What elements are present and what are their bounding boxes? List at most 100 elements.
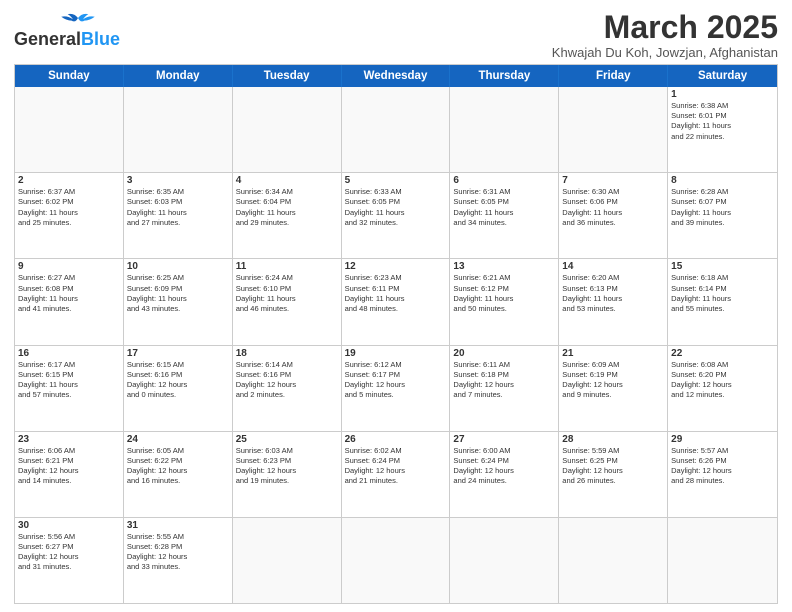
cell-info: Sunrise: 6:02 AM Sunset: 6:24 PM Dayligh… [345, 446, 447, 487]
cal-cell [233, 87, 342, 172]
day-number: 21 [562, 348, 664, 359]
cal-cell [342, 518, 451, 603]
cal-cell: 31Sunrise: 5:55 AM Sunset: 6:28 PM Dayli… [124, 518, 233, 603]
cal-cell: 1Sunrise: 6:38 AM Sunset: 6:01 PM Daylig… [668, 87, 777, 172]
month-title: March 2025 [552, 10, 778, 45]
cal-cell [124, 87, 233, 172]
logo-icon [60, 8, 96, 28]
cell-info: Sunrise: 6:15 AM Sunset: 6:16 PM Dayligh… [127, 360, 229, 401]
day-number: 23 [18, 434, 120, 445]
cell-info: Sunrise: 6:23 AM Sunset: 6:11 PM Dayligh… [345, 273, 447, 314]
cal-cell: 6Sunrise: 6:31 AM Sunset: 6:05 PM Daylig… [450, 173, 559, 258]
day-number: 28 [562, 434, 664, 445]
day-number: 9 [18, 261, 120, 272]
day-number: 22 [671, 348, 774, 359]
logo: General Blue [14, 10, 120, 50]
logo-blue-text: Blue [81, 30, 120, 50]
cal-cell: 29Sunrise: 5:57 AM Sunset: 6:26 PM Dayli… [668, 432, 777, 517]
cal-cell: 7Sunrise: 6:30 AM Sunset: 6:06 PM Daylig… [559, 173, 668, 258]
cal-cell: 24Sunrise: 6:05 AM Sunset: 6:22 PM Dayli… [124, 432, 233, 517]
header-day-thursday: Thursday [450, 65, 559, 87]
cell-info: Sunrise: 6:17 AM Sunset: 6:15 PM Dayligh… [18, 360, 120, 401]
cell-info: Sunrise: 6:21 AM Sunset: 6:12 PM Dayligh… [453, 273, 555, 314]
cell-info: Sunrise: 6:28 AM Sunset: 6:07 PM Dayligh… [671, 187, 774, 228]
cal-cell: 20Sunrise: 6:11 AM Sunset: 6:18 PM Dayli… [450, 346, 559, 431]
cell-info: Sunrise: 6:14 AM Sunset: 6:16 PM Dayligh… [236, 360, 338, 401]
cal-cell [559, 87, 668, 172]
cal-cell: 28Sunrise: 5:59 AM Sunset: 6:25 PM Dayli… [559, 432, 668, 517]
cal-cell: 23Sunrise: 6:06 AM Sunset: 6:21 PM Dayli… [15, 432, 124, 517]
day-number: 11 [236, 261, 338, 272]
header-day-monday: Monday [124, 65, 233, 87]
cell-info: Sunrise: 6:18 AM Sunset: 6:14 PM Dayligh… [671, 273, 774, 314]
cal-cell: 18Sunrise: 6:14 AM Sunset: 6:16 PM Dayli… [233, 346, 342, 431]
day-number: 7 [562, 175, 664, 186]
page: General Blue March 2025 Khwajah Du Koh, … [0, 0, 792, 612]
header: General Blue March 2025 Khwajah Du Koh, … [14, 10, 778, 60]
cal-cell [450, 87, 559, 172]
header-day-sunday: Sunday [15, 65, 124, 87]
week-row-5: 30Sunrise: 5:56 AM Sunset: 6:27 PM Dayli… [15, 518, 777, 603]
day-number: 14 [562, 261, 664, 272]
cell-info: Sunrise: 6:09 AM Sunset: 6:19 PM Dayligh… [562, 360, 664, 401]
cell-info: Sunrise: 5:55 AM Sunset: 6:28 PM Dayligh… [127, 532, 229, 573]
location: Khwajah Du Koh, Jowzjan, Afghanistan [552, 45, 778, 60]
calendar-header: SundayMondayTuesdayWednesdayThursdayFrid… [15, 65, 777, 87]
header-day-friday: Friday [559, 65, 668, 87]
cal-cell: 22Sunrise: 6:08 AM Sunset: 6:20 PM Dayli… [668, 346, 777, 431]
day-number: 24 [127, 434, 229, 445]
cell-info: Sunrise: 6:38 AM Sunset: 6:01 PM Dayligh… [671, 101, 774, 142]
week-row-2: 9Sunrise: 6:27 AM Sunset: 6:08 PM Daylig… [15, 259, 777, 345]
day-number: 25 [236, 434, 338, 445]
calendar: SundayMondayTuesdayWednesdayThursdayFrid… [14, 64, 778, 604]
week-row-3: 16Sunrise: 6:17 AM Sunset: 6:15 PM Dayli… [15, 346, 777, 432]
cal-cell [233, 518, 342, 603]
day-number: 27 [453, 434, 555, 445]
cell-info: Sunrise: 5:56 AM Sunset: 6:27 PM Dayligh… [18, 532, 120, 573]
cal-cell: 9Sunrise: 6:27 AM Sunset: 6:08 PM Daylig… [15, 259, 124, 344]
cal-cell: 30Sunrise: 5:56 AM Sunset: 6:27 PM Dayli… [15, 518, 124, 603]
day-number: 26 [345, 434, 447, 445]
cal-cell [342, 87, 451, 172]
cell-info: Sunrise: 6:11 AM Sunset: 6:18 PM Dayligh… [453, 360, 555, 401]
cal-cell: 26Sunrise: 6:02 AM Sunset: 6:24 PM Dayli… [342, 432, 451, 517]
day-number: 10 [127, 261, 229, 272]
logo-general-text: General [14, 30, 81, 50]
cell-info: Sunrise: 6:00 AM Sunset: 6:24 PM Dayligh… [453, 446, 555, 487]
cal-cell [15, 87, 124, 172]
cal-cell: 13Sunrise: 6:21 AM Sunset: 6:12 PM Dayli… [450, 259, 559, 344]
day-number: 16 [18, 348, 120, 359]
cal-cell: 5Sunrise: 6:33 AM Sunset: 6:05 PM Daylig… [342, 173, 451, 258]
day-number: 4 [236, 175, 338, 186]
day-number: 8 [671, 175, 774, 186]
cal-cell: 19Sunrise: 6:12 AM Sunset: 6:17 PM Dayli… [342, 346, 451, 431]
cell-info: Sunrise: 6:08 AM Sunset: 6:20 PM Dayligh… [671, 360, 774, 401]
cell-info: Sunrise: 6:25 AM Sunset: 6:09 PM Dayligh… [127, 273, 229, 314]
cell-info: Sunrise: 6:34 AM Sunset: 6:04 PM Dayligh… [236, 187, 338, 228]
day-number: 13 [453, 261, 555, 272]
cal-cell: 3Sunrise: 6:35 AM Sunset: 6:03 PM Daylig… [124, 173, 233, 258]
cal-cell: 25Sunrise: 6:03 AM Sunset: 6:23 PM Dayli… [233, 432, 342, 517]
cal-cell: 4Sunrise: 6:34 AM Sunset: 6:04 PM Daylig… [233, 173, 342, 258]
cal-cell: 12Sunrise: 6:23 AM Sunset: 6:11 PM Dayli… [342, 259, 451, 344]
week-row-0: 1Sunrise: 6:38 AM Sunset: 6:01 PM Daylig… [15, 87, 777, 173]
cal-cell: 2Sunrise: 6:37 AM Sunset: 6:02 PM Daylig… [15, 173, 124, 258]
cell-info: Sunrise: 6:27 AM Sunset: 6:08 PM Dayligh… [18, 273, 120, 314]
cell-info: Sunrise: 5:57 AM Sunset: 6:26 PM Dayligh… [671, 446, 774, 487]
cal-cell [668, 518, 777, 603]
day-number: 17 [127, 348, 229, 359]
day-number: 29 [671, 434, 774, 445]
cell-info: Sunrise: 6:24 AM Sunset: 6:10 PM Dayligh… [236, 273, 338, 314]
cell-info: Sunrise: 6:31 AM Sunset: 6:05 PM Dayligh… [453, 187, 555, 228]
day-number: 20 [453, 348, 555, 359]
day-number: 18 [236, 348, 338, 359]
header-day-tuesday: Tuesday [233, 65, 342, 87]
week-row-1: 2Sunrise: 6:37 AM Sunset: 6:02 PM Daylig… [15, 173, 777, 259]
calendar-body: 1Sunrise: 6:38 AM Sunset: 6:01 PM Daylig… [15, 87, 777, 603]
week-row-4: 23Sunrise: 6:06 AM Sunset: 6:21 PM Dayli… [15, 432, 777, 518]
cell-info: Sunrise: 6:03 AM Sunset: 6:23 PM Dayligh… [236, 446, 338, 487]
header-day-saturday: Saturday [668, 65, 777, 87]
day-number: 19 [345, 348, 447, 359]
cell-info: Sunrise: 6:05 AM Sunset: 6:22 PM Dayligh… [127, 446, 229, 487]
header-day-wednesday: Wednesday [342, 65, 451, 87]
